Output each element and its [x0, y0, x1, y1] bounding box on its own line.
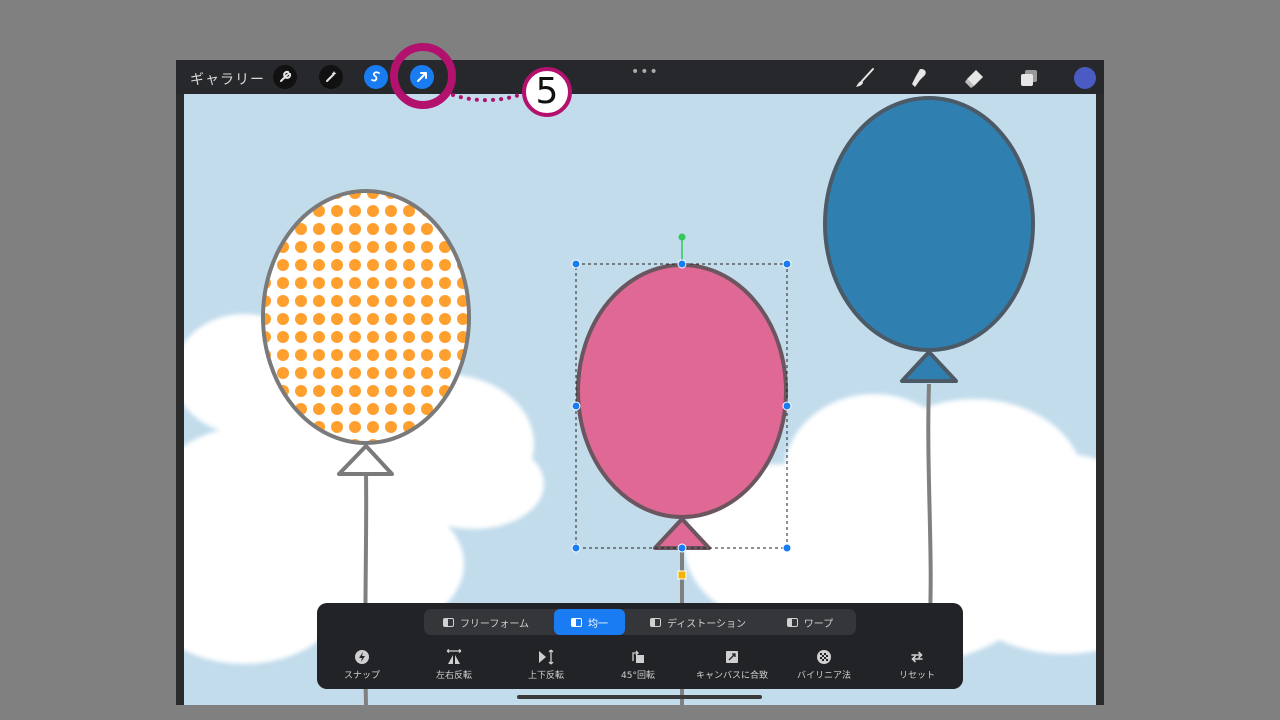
- fit-canvas-button[interactable]: キャンバスに合致: [686, 649, 778, 681]
- interpolation-icon: [817, 650, 831, 664]
- reset-icon: [911, 651, 923, 663]
- layers-icon[interactable]: [1017, 66, 1041, 90]
- mode-freeform[interactable]: フリーフォーム: [430, 609, 542, 635]
- top-toolbar: ギャラリー •••: [176, 60, 1104, 94]
- interpolation-button[interactable]: バイリニア法: [778, 649, 870, 681]
- flip-vertical-button[interactable]: 上下反転: [500, 649, 592, 681]
- flip-horizontal-button[interactable]: 左右反転: [408, 649, 500, 681]
- transform-panel: フリーフォーム 均一 ディストーション ワープ スナップ 左右反転 上下反転 4…: [316, 603, 963, 699]
- brush-icon[interactable]: [853, 66, 877, 90]
- mode-distort[interactable]: ディストーション: [638, 609, 758, 635]
- mode-uniform[interactable]: 均一: [554, 609, 625, 635]
- selection-s-icon[interactable]: [364, 65, 388, 89]
- magic-wand-icon[interactable]: [319, 65, 343, 89]
- rotate-45-button[interactable]: 45°回転: [592, 649, 684, 681]
- snap-icon: [355, 650, 369, 664]
- blue-balloon: [823, 96, 1035, 383]
- warp-icon: [786, 617, 798, 627]
- rotation-handle: [678, 233, 686, 241]
- distort-icon: [649, 617, 661, 627]
- gallery-button[interactable]: ギャラリー: [190, 69, 265, 89]
- reset-button[interactable]: リセット: [871, 649, 963, 681]
- home-indicator: [517, 695, 762, 699]
- transform-mode-selector: フリーフォーム 均一 ディストーション ワープ: [424, 609, 856, 635]
- anchor-handle: [677, 570, 687, 580]
- eraser-icon[interactable]: [962, 66, 986, 90]
- fit-canvas-icon: [726, 651, 738, 663]
- uniform-icon: [571, 617, 582, 627]
- color-swatch[interactable]: [1074, 67, 1096, 89]
- flip-horizontal-icon: [446, 649, 462, 664]
- freeform-icon: [442, 617, 454, 627]
- more-options-icon[interactable]: •••: [631, 64, 659, 80]
- transform-arrow-icon[interactable]: [410, 65, 434, 89]
- mode-warp[interactable]: ワープ: [774, 609, 846, 635]
- callout-step-number: 5: [522, 67, 572, 117]
- smudge-icon[interactable]: [907, 66, 931, 90]
- snap-button[interactable]: スナップ: [316, 649, 408, 681]
- flip-vertical-icon: [539, 649, 554, 665]
- wrench-icon[interactable]: [273, 65, 297, 89]
- rotate-45-icon: [632, 650, 644, 663]
